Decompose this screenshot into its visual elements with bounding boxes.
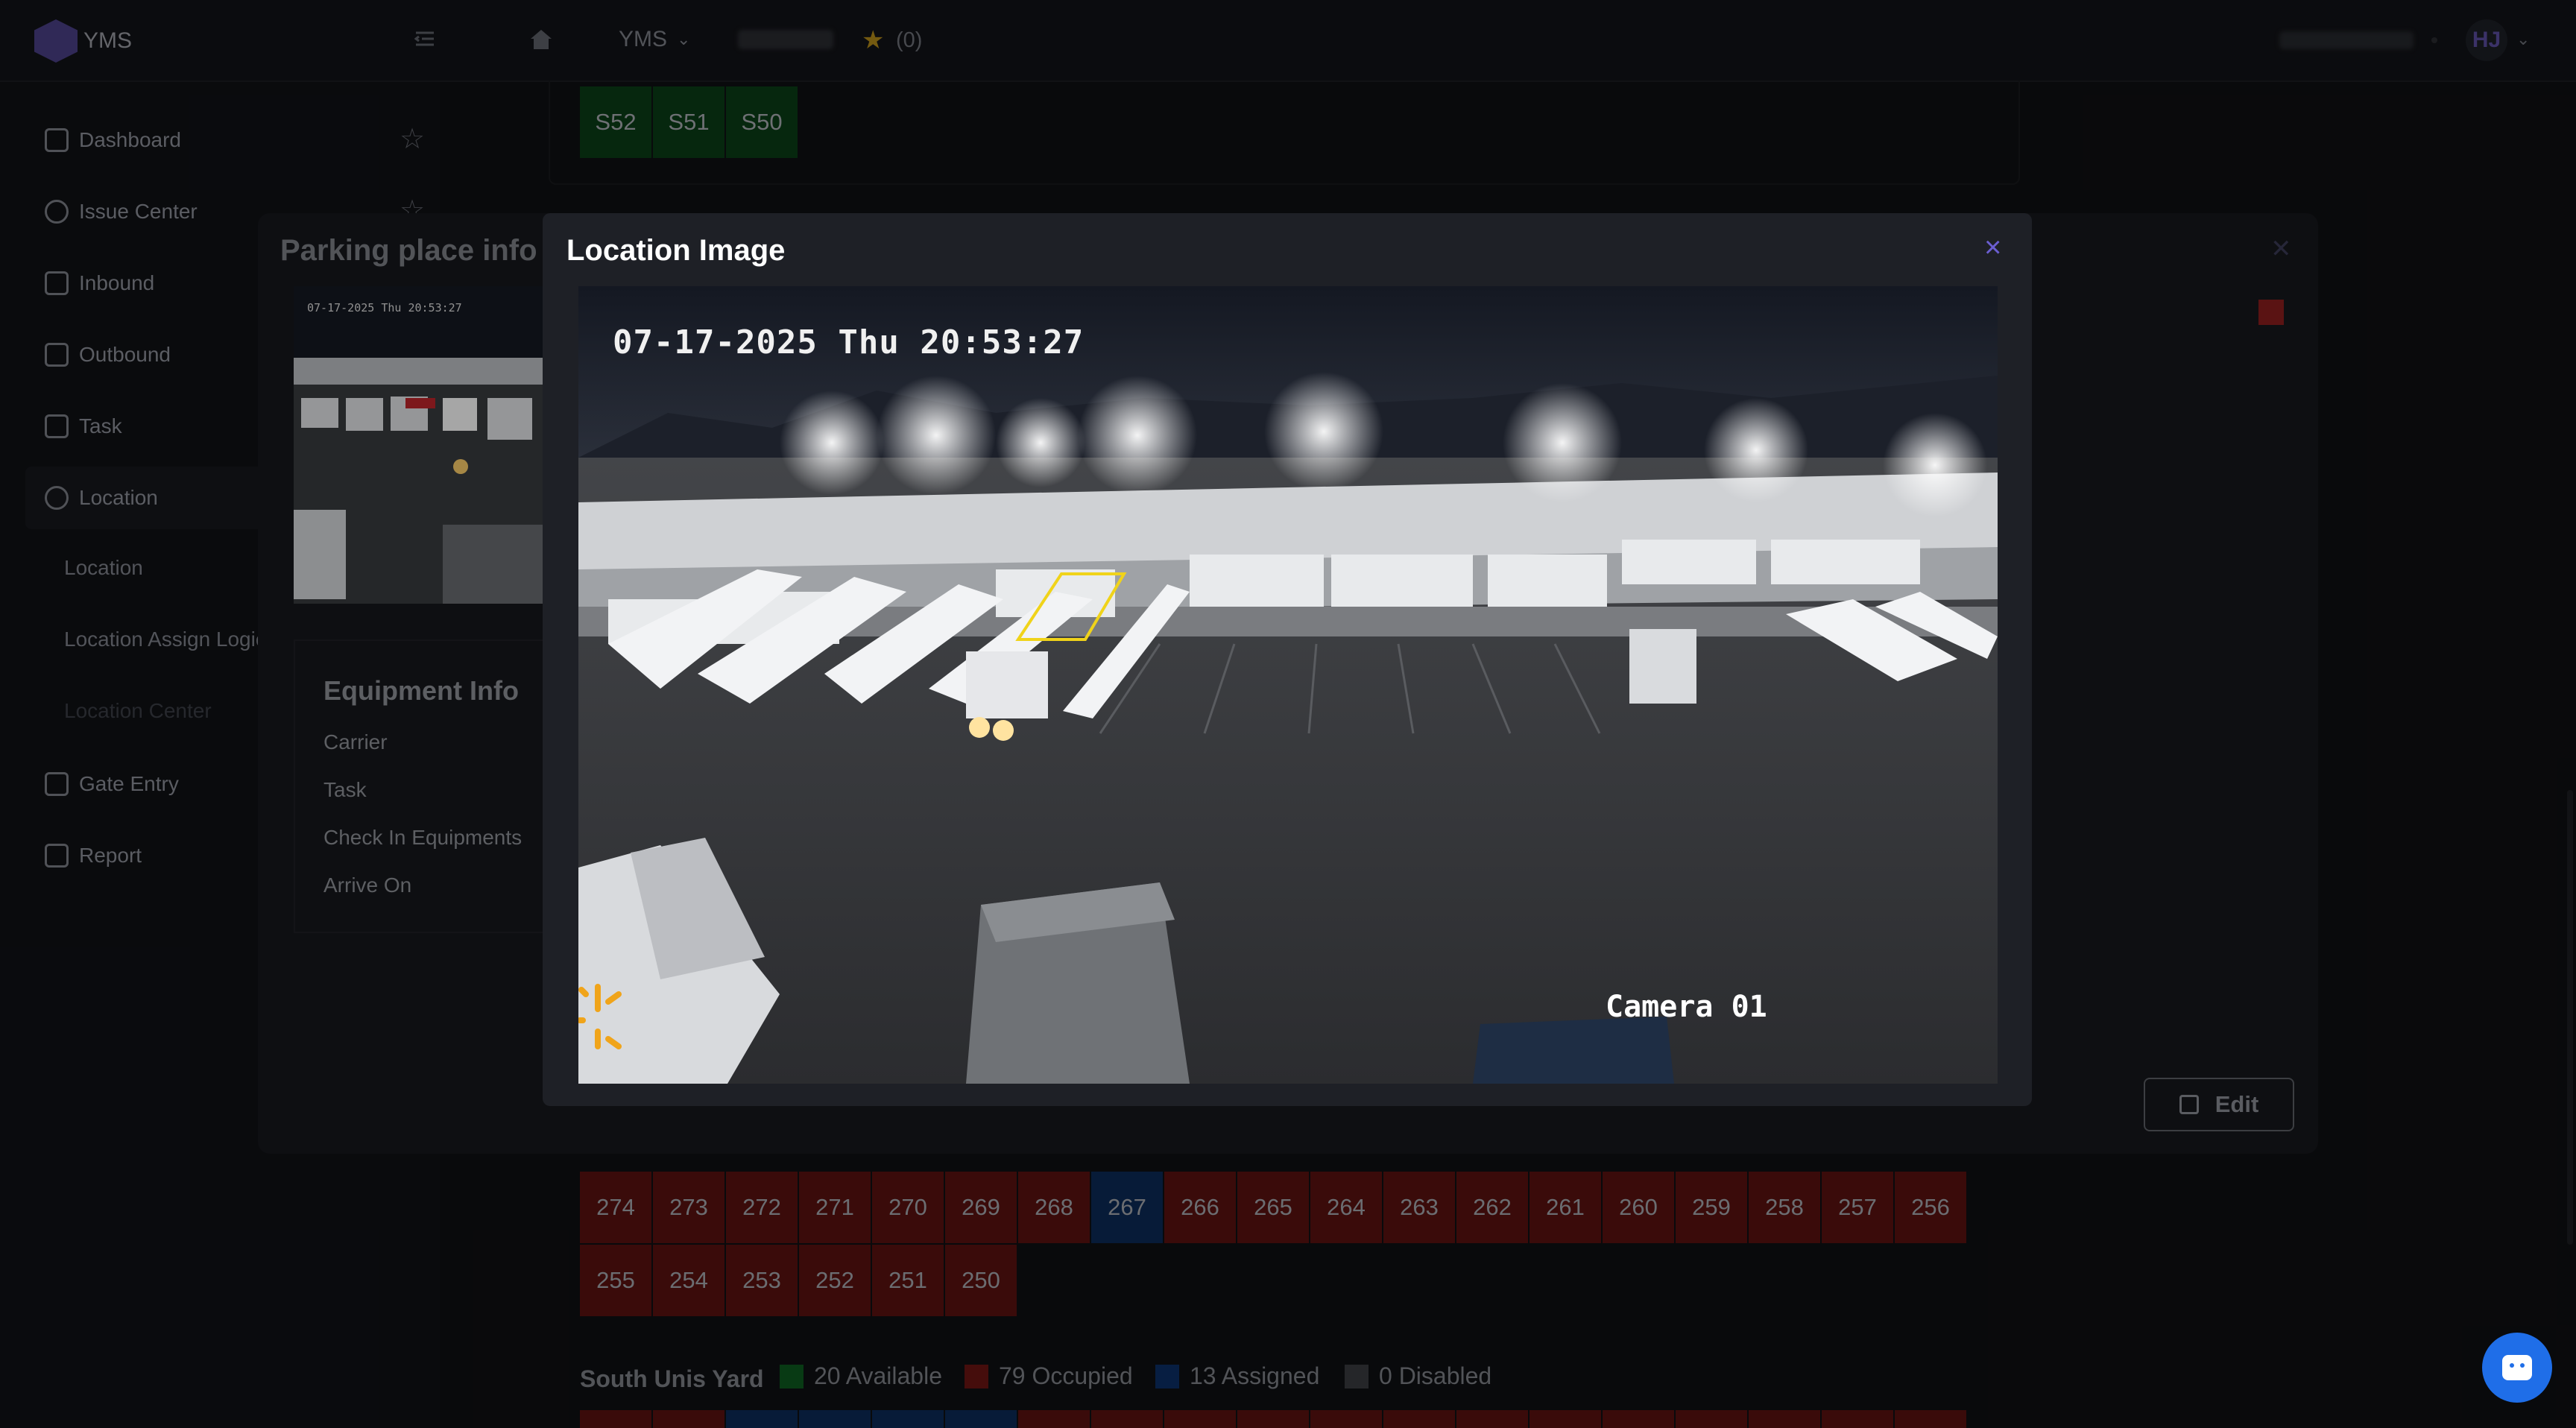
- camera-label: Camera 01: [1606, 990, 1767, 1024]
- camera-timestamp: 07-17-2025 Thu 20:53:27: [613, 323, 1085, 361]
- camera-photo: [578, 286, 1998, 1084]
- chat-support-button[interactable]: [2482, 1333, 2552, 1403]
- modal-title: Location Image: [566, 234, 786, 267]
- chat-bot-icon: [2502, 1355, 2532, 1380]
- location-camera-image: 07-17-2025 Thu 20:53:27 Camera 01: [578, 286, 1998, 1084]
- close-icon[interactable]: ×: [1984, 231, 2001, 265]
